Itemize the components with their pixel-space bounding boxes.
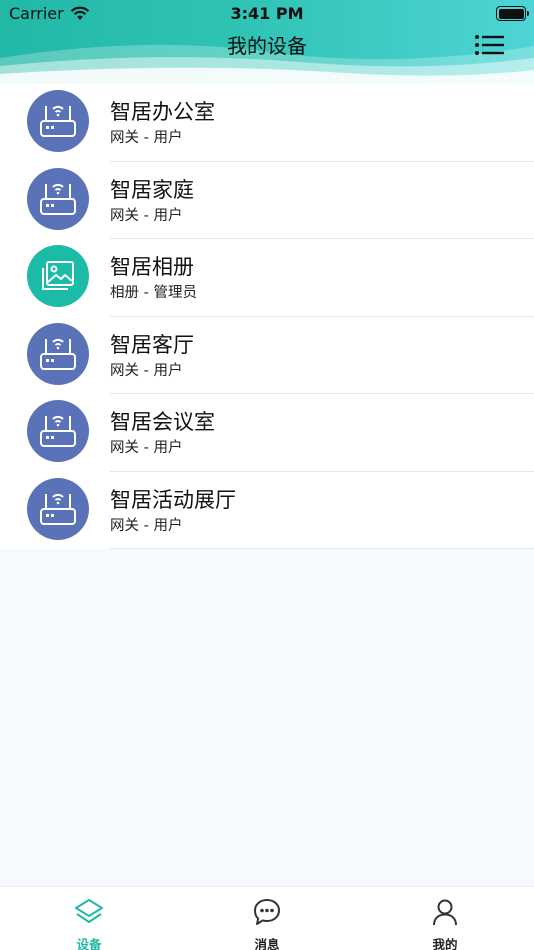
device-avatar	[27, 322, 89, 385]
router-icon	[40, 415, 76, 447]
device-subtitle: 网关 - 用户	[110, 207, 183, 224]
device-avatar	[27, 400, 89, 462]
device-list: 智居办公室 网关 - 用户 智居家庭 网关 - 用户 智居相册 相册 - 管理员…	[0, 84, 534, 549]
router-icon	[40, 183, 76, 215]
device-subtitle: 网关 - 用户	[110, 130, 183, 146]
device-avatar	[27, 477, 89, 540]
tab-devices[interactable]: 设备	[0, 887, 178, 950]
device-name: 智居相册	[110, 255, 194, 279]
photo-album-icon	[42, 261, 74, 290]
device-subtitle: 网关 - 用户	[110, 440, 183, 456]
tab-bar: 设备 消息 我的	[0, 886, 534, 950]
device-row[interactable]: 智居活动展厅 网关 - 用户	[0, 472, 534, 549]
device-subtitle: 网关 - 用户	[110, 362, 183, 379]
router-icon	[40, 105, 76, 137]
list-menu-icon[interactable]	[474, 33, 506, 57]
router-icon	[40, 338, 76, 370]
tab-messages[interactable]: 消息	[178, 887, 356, 950]
tab-label: 设备	[76, 937, 102, 950]
device-subtitle: 网关 - 用户	[110, 517, 183, 534]
device-row[interactable]: 智居相册 相册 - 管理员	[0, 239, 534, 317]
device-name: 智居活动展厅	[110, 487, 236, 512]
device-name: 智居办公室	[110, 100, 215, 124]
tab-label: 消息	[254, 937, 280, 950]
tab-label: 我的	[432, 937, 458, 950]
device-row[interactable]: 智居办公室 网关 - 用户	[0, 84, 534, 162]
status-time: 3:41 PM	[230, 4, 304, 23]
status-bar: Carrier 3:41 PM	[0, 0, 534, 28]
layers-icon	[75, 899, 103, 923]
device-row[interactable]: 智居客厅 网关 - 用户	[0, 317, 534, 394]
device-avatar	[27, 245, 89, 307]
device-name: 智居会议室	[110, 410, 215, 434]
router-icon	[40, 493, 76, 525]
battery-icon	[496, 6, 529, 21]
device-avatar	[27, 167, 89, 230]
chat-bubble-icon	[254, 899, 280, 925]
header: Carrier 3:41 PM 我的设备	[0, 0, 534, 84]
device-subtitle: 相册 - 管理员	[110, 285, 197, 301]
device-avatar	[27, 90, 89, 152]
device-row[interactable]: 智居家庭 网关 - 用户	[0, 162, 534, 239]
device-name: 智居家庭	[110, 177, 194, 202]
device-name: 智居客厅	[110, 332, 194, 357]
person-icon	[433, 899, 457, 926]
page-title: 我的设备	[227, 34, 307, 58]
device-row[interactable]: 智居会议室 网关 - 用户	[0, 394, 534, 472]
tab-mine[interactable]: 我的	[356, 887, 534, 950]
